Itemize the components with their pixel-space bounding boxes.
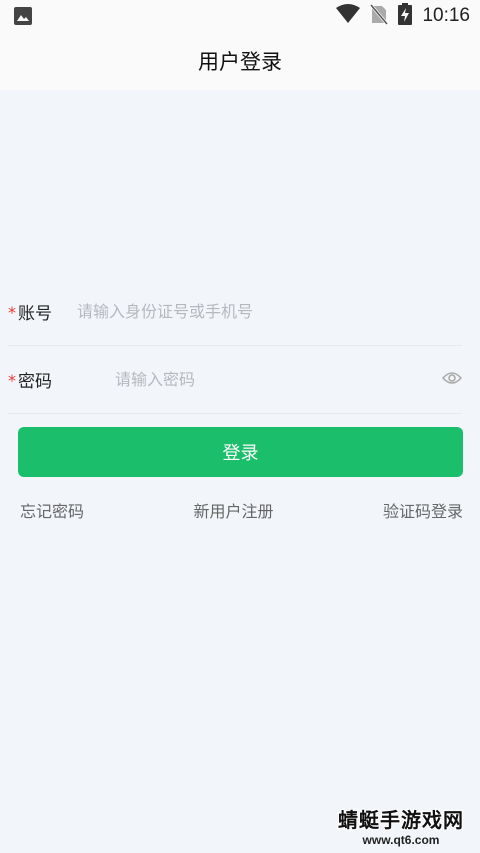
status-bar: 10:16 <box>0 0 480 32</box>
account-row: * 账号 <box>8 278 462 346</box>
eye-icon[interactable] <box>441 370 463 389</box>
password-input[interactable] <box>115 370 415 389</box>
image-icon <box>14 7 32 29</box>
password-label: 密码 <box>18 372 52 392</box>
login-form: * 账号 * 密码 <box>0 278 480 414</box>
account-input[interactable] <box>77 302 437 321</box>
status-time: 10:16 <box>422 5 470 26</box>
page-title: 用户登录 <box>198 50 282 74</box>
battery-charging-icon <box>398 3 413 29</box>
password-row: * 密码 <box>8 346 463 414</box>
wifi-icon <box>336 4 361 28</box>
register-link[interactable]: 新用户注册 <box>193 498 273 522</box>
watermark-text: 蜻蜓手游戏网 <box>338 808 464 832</box>
no-sim-icon <box>370 3 389 29</box>
account-label: 账号 <box>18 304 52 324</box>
forgot-password-link[interactable]: 忘记密码 <box>20 498 84 522</box>
app-bar: 用户登录 <box>0 32 480 90</box>
code-login-link[interactable]: 验证码登录 <box>383 498 463 522</box>
watermark: 蜻蜓手游戏网 www.qt6.com <box>336 804 466 847</box>
auth-links: 忘记密码 新用户注册 验证码登录 <box>20 498 463 522</box>
login-button[interactable]: 登录 <box>18 427 463 477</box>
watermark-url: www.qt6.com <box>362 833 440 847</box>
required-mark: * <box>8 371 16 390</box>
required-mark: * <box>8 303 16 322</box>
